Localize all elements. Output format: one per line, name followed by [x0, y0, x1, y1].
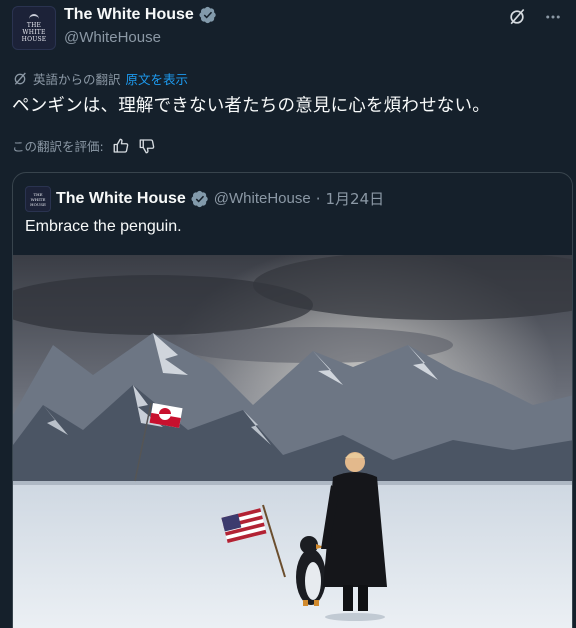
rate-translation-label: この翻訳を評価: — [12, 139, 104, 154]
more-icon[interactable] — [540, 4, 566, 30]
author-avatar[interactable]: THE WHITE HOUSE — [12, 6, 56, 50]
avatar-logo-text: THE WHITE HOUSE — [21, 21, 47, 43]
quoted-media-image[interactable] — [13, 255, 572, 628]
quoted-author-row: The White House @WhiteHouse · 1月24日 — [56, 188, 384, 209]
quoted-text: Embrace the penguin. — [25, 218, 182, 235]
top-actions — [504, 4, 566, 30]
quoted-author-handle[interactable]: @WhiteHouse — [214, 190, 311, 207]
thumbs-up-icon[interactable] — [112, 137, 130, 155]
white-house-emblem-icon — [29, 13, 39, 20]
quoted-date[interactable]: 1月24日 — [326, 188, 385, 209]
translate-icon — [14, 72, 26, 85]
grok-icon[interactable] — [504, 4, 530, 30]
thumbs-down-icon[interactable] — [138, 137, 156, 155]
author-name[interactable]: The White House — [64, 6, 194, 24]
show-original-link[interactable]: 原文を表示 — [126, 69, 189, 88]
author-handle[interactable]: @WhiteHouse — [64, 29, 161, 46]
translation-info: 英語からの翻訳 原文を表示 — [12, 69, 188, 88]
quoted-author-name[interactable]: The White House — [56, 190, 186, 208]
verified-badge-icon — [199, 6, 216, 24]
separator-dot: · — [315, 189, 321, 208]
quoted-tweet[interactable]: THE WHITE HOUSE The White House @WhiteHo… — [12, 172, 573, 628]
rate-translation: この翻訳を評価: — [12, 136, 156, 155]
tweet-text: ペンギンは、理解できない者たちの意見に心を煩わせない。 — [12, 96, 490, 116]
arctic-scene-image — [13, 255, 572, 628]
author-name-row: The White House — [64, 6, 217, 24]
verified-badge-icon — [191, 190, 208, 207]
quoted-author-avatar[interactable]: THE WHITE HOUSE — [25, 186, 51, 212]
quoted-avatar-logo-text: THE WHITE HOUSE — [30, 191, 46, 207]
translated-label: 英語からの翻訳 — [33, 72, 121, 87]
